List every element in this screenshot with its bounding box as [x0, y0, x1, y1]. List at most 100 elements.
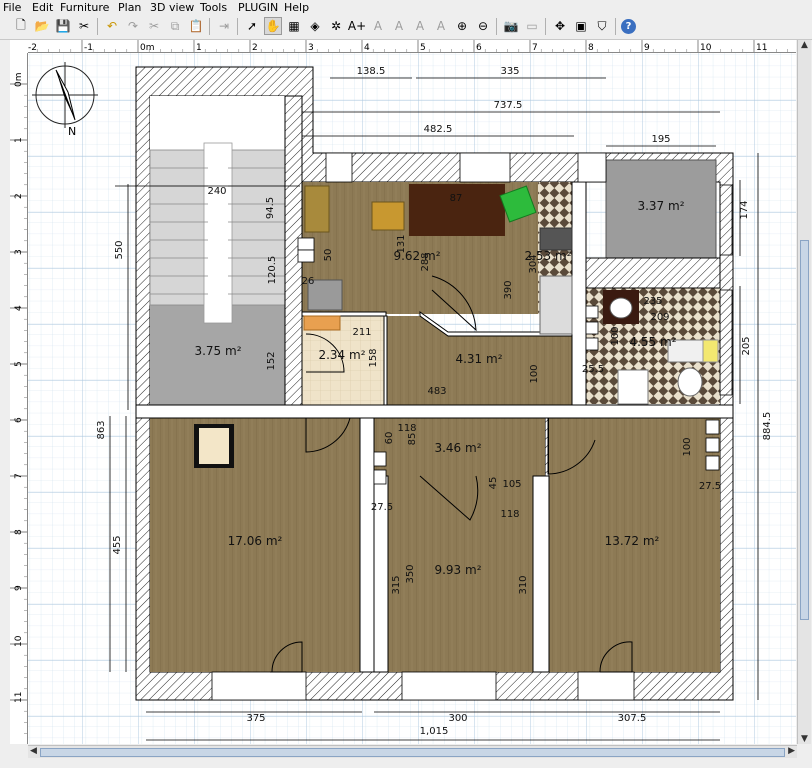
plugin-1-icon[interactable]: ✥ [551, 17, 569, 35]
ruler-label: 2 [14, 193, 24, 199]
menu-furniture[interactable]: Furniture [60, 1, 109, 14]
menu-plugin[interactable]: PLUGIN [238, 1, 278, 14]
ruler-label: 11 [756, 43, 767, 53]
ruler-label: 0m [140, 43, 155, 53]
ruler-label: 1 [14, 137, 24, 143]
scroll-down-icon[interactable]: ▼ [801, 734, 808, 744]
ruler-label: 3 [14, 249, 24, 255]
ruler-label: 4 [14, 305, 24, 311]
vertical-scrollbar[interactable]: ▲ ▼ [797, 40, 811, 744]
add-text-icon[interactable]: A+ [348, 17, 366, 35]
menu-tools[interactable]: Tools [200, 1, 227, 14]
fridge[interactable] [539, 275, 573, 335]
menu-help[interactable]: Help [284, 1, 309, 14]
ruler-label: 10 [700, 43, 712, 53]
bed[interactable] [199, 428, 229, 464]
room-label-small-room[interactable]: 2.34 m² [318, 348, 365, 362]
copy-icon[interactable]: ⧉ [166, 17, 184, 35]
svg-text:131: 131 [396, 234, 407, 253]
svg-text:482.5: 482.5 [424, 124, 453, 135]
room-label-bathroom[interactable]: 4.55 m² [629, 335, 676, 349]
bold-icon[interactable]: A [411, 17, 429, 35]
plugin-2-icon[interactable]: ▣ [572, 17, 590, 35]
open-file-icon[interactable]: 📂 [33, 17, 51, 35]
zoom-in-icon[interactable]: ⊕ [453, 17, 471, 35]
menu-3d-view[interactable]: 3D view [150, 1, 194, 14]
vertical-ruler: 0m 1 2 3 4 5 6 7 8 9 10 11 [10, 53, 28, 744]
pan-mode-icon[interactable]: ✋ [264, 17, 282, 35]
svg-text:118: 118 [397, 423, 416, 434]
ruler-label: 9 [644, 43, 650, 53]
staircase[interactable] [149, 142, 286, 324]
svg-text:27.5: 27.5 [699, 481, 721, 492]
italic-icon[interactable]: A [432, 17, 450, 35]
create-rooms-icon[interactable]: ◈ [306, 17, 324, 35]
shelf[interactable] [303, 315, 341, 331]
floor-plan-canvas[interactable]: 3.75 m² 9.62 m² 2.53 m² 3.37 m² 4.55 m² … [28, 53, 796, 744]
svg-text:100: 100 [610, 326, 621, 345]
svg-text:307.5: 307.5 [618, 713, 647, 724]
sink[interactable] [609, 297, 633, 319]
create-video-icon[interactable]: ▭ [523, 17, 541, 35]
menu-file[interactable]: File [3, 1, 21, 14]
save-icon[interactable]: 💾 [54, 17, 72, 35]
create-polylines-icon[interactable]: ✲ [327, 17, 345, 35]
vertical-scroll-thumb[interactable] [800, 240, 809, 620]
svg-text:310: 310 [518, 575, 529, 594]
cooktop[interactable] [539, 227, 573, 251]
scroll-up-icon[interactable]: ▲ [801, 40, 808, 50]
svg-text:884.5: 884.5 [762, 412, 773, 441]
room-label-corridor[interactable]: 3.46 m² [434, 441, 481, 455]
toilet[interactable] [677, 367, 703, 397]
menu-plan[interactable]: Plan [118, 1, 141, 14]
paste-icon[interactable]: 📋 [187, 17, 205, 35]
shower[interactable] [617, 369, 649, 405]
create-photo-icon[interactable]: 📷 [502, 17, 520, 35]
scroll-left-icon[interactable]: ◀ [30, 746, 37, 756]
cut-icon[interactable]: ✂ [145, 17, 163, 35]
status-bar [0, 758, 812, 768]
toolbar: 🗋 📂 💾 ✂ ↶ ↷ ✂ ⧉ 📋 ⇥ ➚ ✋ ▦ ◈ ✲ A+ A A A A… [0, 15, 812, 40]
svg-text:25.5: 25.5 [582, 364, 604, 375]
room-label-left-bedroom[interactable]: 17.06 m² [228, 534, 283, 548]
redo-icon[interactable]: ↷ [124, 17, 142, 35]
create-walls-icon[interactable]: ▦ [285, 17, 303, 35]
select-mode-icon[interactable]: ➚ [243, 17, 261, 35]
sofa[interactable] [304, 185, 330, 233]
ruler-label: 8 [14, 529, 24, 535]
add-furniture-icon[interactable]: ⇥ [215, 17, 233, 35]
help-icon[interactable]: ? [621, 19, 636, 34]
svg-text:87: 87 [450, 193, 463, 204]
room-label-hallway[interactable]: 4.31 m² [455, 352, 502, 366]
horizontal-scrollbar[interactable]: ◀ ▶ [28, 745, 797, 759]
room-label-top-right[interactable]: 3.37 m² [637, 199, 684, 213]
svg-text:288: 288 [420, 252, 431, 271]
plan-view[interactable]: -2 -1 0m 1 2 3 4 5 6 7 8 9 10 11 0m 1 2 3 4 5 6 7 8 9 10 11 [10, 40, 796, 744]
towel[interactable] [702, 339, 719, 363]
room-label-right-bedroom[interactable]: 13.72 m² [605, 534, 660, 548]
menu-edit[interactable]: Edit [32, 1, 53, 14]
svg-text:105: 105 [502, 479, 521, 490]
plugin-3-icon[interactable]: ⛉ [593, 17, 611, 35]
room-label-stair-hall[interactable]: 3.75 m² [194, 344, 241, 358]
new-file-icon[interactable]: 🗋 [12, 17, 30, 35]
svg-text:390: 390 [503, 280, 514, 299]
svg-text:315: 315 [391, 575, 402, 594]
chair[interactable] [371, 201, 405, 231]
undo-icon[interactable]: ↶ [103, 17, 121, 35]
kitchen-table [409, 184, 505, 236]
zoom-out-icon[interactable]: ⊖ [474, 17, 492, 35]
ruler-label: 4 [364, 43, 370, 53]
ruler-label: 5 [420, 43, 426, 53]
scroll-right-icon[interactable]: ▶ [788, 746, 795, 756]
text-style-2-icon[interactable]: A [390, 17, 408, 35]
svg-text:85: 85 [407, 433, 418, 446]
svg-text:550: 550 [114, 240, 125, 259]
svg-text:209: 209 [650, 312, 669, 323]
room-label-middle-room[interactable]: 9.93 m² [434, 563, 481, 577]
preferences-icon[interactable]: ✂ [75, 17, 93, 35]
text-style-icon[interactable]: A [369, 17, 387, 35]
horizontal-ruler: -2 -1 0m 1 2 3 4 5 6 7 8 9 10 11 [28, 40, 796, 53]
ruler-corner [10, 40, 28, 53]
horizontal-scroll-thumb[interactable] [40, 748, 785, 757]
